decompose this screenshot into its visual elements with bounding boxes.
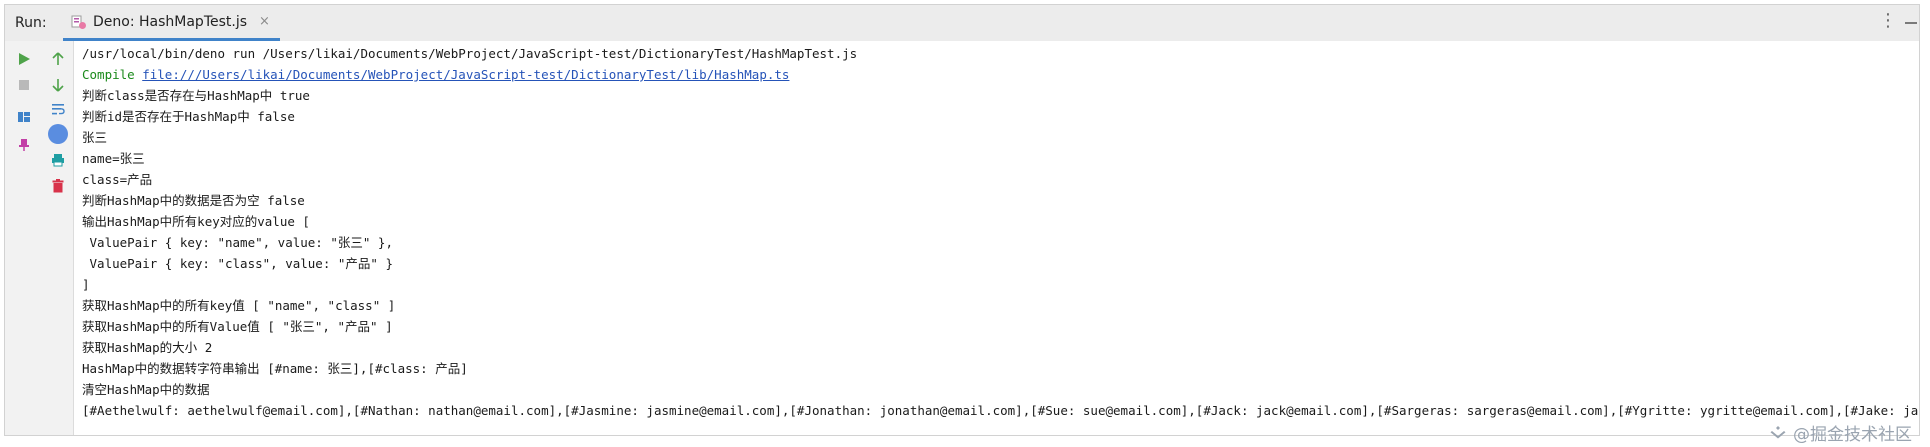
run-label: Run: (15, 15, 47, 31)
output-line: 获取HashMap中的所有key值 [ "name", "class" ] (82, 298, 396, 313)
tab-deno-hashmaptest[interactable]: Deno: HashMapTest.js × (63, 5, 280, 41)
scroll-to-end-icon (48, 124, 68, 144)
close-icon[interactable]: × (259, 14, 270, 29)
output-line: 清空HashMap中的数据 (82, 382, 210, 397)
deno-config-icon (71, 15, 86, 29)
up-trace-button[interactable] (43, 47, 73, 71)
watermark: @掘金技术社区 (1769, 420, 1912, 445)
console-output[interactable]: /usr/local/bin/deno run /Users/likai/Doc… (74, 41, 1919, 435)
pin-icon (19, 139, 29, 151)
output-line: 判断id是否存在于HashMap中 false (82, 109, 295, 124)
print-icon (52, 154, 64, 167)
output-line: 获取HashMap的大小 2 (82, 340, 213, 355)
compile-line: Compile file:///Users/likai/Documents/We… (74, 64, 1919, 85)
up-arrow-icon (52, 52, 64, 65)
stop-button[interactable] (5, 73, 43, 97)
pin-tab-button[interactable] (5, 133, 43, 157)
down-trace-button[interactable] (43, 73, 73, 97)
run-icon (19, 53, 30, 65)
minimize-icon[interactable] (1905, 22, 1917, 24)
soft-wrap-icon (52, 104, 65, 115)
output-line: HashMap中的数据转字符串输出 [#name: 张三],[#class: 产… (82, 361, 468, 376)
output-line: 判断class是否存在与HashMap中 true (82, 88, 310, 103)
layout-icon (18, 112, 30, 122)
stop-icon (19, 80, 29, 90)
watermark-text: @掘金技术社区 (1793, 425, 1912, 445)
output-line: name=张三 (82, 151, 145, 166)
output-line: ] (82, 277, 90, 292)
print-button[interactable] (43, 148, 73, 172)
juejin-logo-icon (1770, 425, 1786, 438)
compile-file-link[interactable]: file:///Users/likai/Documents/WebProject… (142, 67, 789, 82)
run-toolbar-right (43, 41, 74, 435)
output-line: ValuePair { key: "class", value: "产品" } (82, 256, 393, 271)
output-line: ValuePair { key: "name", value: "张三" }, (82, 235, 393, 250)
scroll-to-end-button[interactable] (43, 122, 73, 146)
run-tool-window: Run: Deno: HashMapTest.js × ⋮ /usr/local… (4, 4, 1920, 436)
output-line: [#Aethelwulf: aethelwulf@email.com],[#Na… (82, 403, 1919, 418)
trash-icon (52, 179, 64, 193)
restore-layout-button[interactable] (5, 105, 43, 129)
output-line: 获取HashMap中的所有Value值 [ "张三", "产品" ] (82, 319, 393, 334)
more-options-icon[interactable]: ⋮ (1879, 11, 1897, 31)
output-line: 输出HashMap中所有key对应的value [ (82, 214, 310, 229)
compile-prefix: Compile (82, 67, 143, 82)
command-line: /usr/local/bin/deno run /Users/likai/Doc… (82, 46, 858, 61)
output-line: class=产品 (82, 172, 153, 187)
run-toolbar-left (5, 41, 43, 435)
soft-wrap-button[interactable] (43, 97, 73, 121)
down-arrow-icon (52, 79, 64, 92)
clear-all-button[interactable] (43, 174, 73, 198)
output-line: 张三 (82, 130, 108, 145)
tab-title: Deno: HashMapTest.js (93, 13, 248, 30)
run-tab-bar: Run: Deno: HashMapTest.js × ⋮ (5, 5, 1919, 42)
output-line: 判断HashMap中的数据是否为空 false (82, 193, 305, 208)
rerun-button[interactable] (5, 47, 43, 71)
